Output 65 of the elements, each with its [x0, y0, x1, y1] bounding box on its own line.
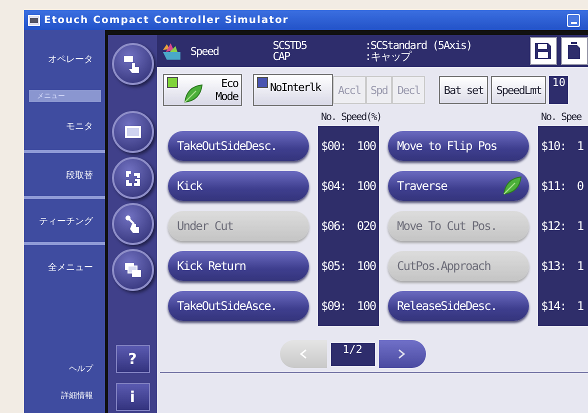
- nav-button[interactable]: [112, 249, 154, 291]
- program-description: :SCStandard (5Axis): [364, 40, 473, 51]
- toggle-button[interactable]: Eco Mode: [163, 74, 242, 106]
- step-number: $04:: [321, 179, 346, 193]
- program-name: SCSTD5: [272, 40, 308, 51]
- document-icon: [567, 42, 582, 60]
- nav-button[interactable]: [112, 43, 154, 85]
- speed-value: 1: [576, 139, 584, 153]
- info-button[interactable]: i: [116, 383, 150, 411]
- toolbar-button[interactable]: Bat set: [438, 76, 488, 104]
- step-number: $00:: [321, 139, 346, 153]
- step-number: $10:: [541, 139, 566, 153]
- windows-icon: [124, 262, 142, 278]
- toggle-label: Eco Mode: [216, 77, 238, 103]
- speed-value: 100: [356, 139, 376, 153]
- step-number: $06:: [321, 219, 346, 233]
- step-number: $05:: [321, 259, 346, 273]
- toggle-button[interactable]: NoInterlk: [253, 74, 333, 106]
- value-display: 10: [549, 76, 568, 104]
- app-icon: [28, 14, 40, 26]
- program-subdescription: :キャップ: [364, 51, 412, 62]
- step-number: $13:: [541, 259, 566, 273]
- step-button[interactable]: ReleaseSideDesc.: [388, 291, 529, 321]
- teach-icon: [124, 214, 142, 234]
- column-heading: No. Spee: [540, 112, 582, 125]
- step-button[interactable]: Move to Flip Pos: [388, 131, 529, 161]
- screen-title: Speed: [190, 44, 220, 58]
- minimize-button[interactable]: [567, 14, 580, 26]
- step-number: $11:: [541, 179, 566, 193]
- toolbar-button[interactable]: SpeedLmt: [491, 76, 546, 104]
- step-button[interactable]: TakeOutSideAsce.: [168, 291, 309, 321]
- speed-value: 100: [356, 179, 376, 193]
- toggle-label: NoInterlk: [270, 81, 321, 94]
- help-button[interactable]: ?: [116, 345, 150, 373]
- program-subname: CAP: [272, 51, 292, 62]
- speed-value: 020: [356, 219, 376, 233]
- sidebar-item[interactable]: オペレータ: [24, 30, 105, 90]
- speed-value: 100: [356, 299, 376, 313]
- save-icon: [534, 42, 552, 60]
- speed-value: 0: [576, 179, 584, 193]
- nav-button[interactable]: [112, 157, 154, 199]
- speed-value: 1: [576, 219, 584, 233]
- sidebar-item[interactable]: ヘルプ: [24, 363, 105, 374]
- save-button[interactable]: [530, 37, 557, 65]
- step-button[interactable]: Traverse: [388, 171, 529, 201]
- speed-value: 100: [356, 259, 376, 273]
- swap-icon: [124, 169, 142, 187]
- step-button[interactable]: Kick Return: [168, 251, 309, 281]
- sidebar-item[interactable]: 詳細情報: [24, 390, 105, 401]
- sidebar-item[interactable]: モニタ: [24, 104, 105, 150]
- speed-value: 1: [576, 259, 584, 273]
- column-heading: No. Speed(%): [320, 112, 379, 125]
- speed-value: 1: [576, 299, 584, 313]
- next-page-button[interactable]: [378, 340, 426, 368]
- step-number: $12:: [541, 219, 566, 233]
- step-number: $14:: [541, 299, 566, 313]
- step-number: $09:: [321, 299, 346, 313]
- nav-button[interactable]: [112, 203, 154, 245]
- step-button[interactable]: TakeOutSideDesc.: [168, 131, 309, 161]
- page-indicator: 1/2: [330, 342, 374, 366]
- window-title: Etouch Compact Controller Simulator: [44, 14, 289, 26]
- document-button[interactable]: [560, 37, 588, 65]
- step-button[interactable]: Kick: [168, 171, 309, 201]
- monitor-icon: [124, 125, 142, 139]
- nav-button[interactable]: [112, 111, 154, 153]
